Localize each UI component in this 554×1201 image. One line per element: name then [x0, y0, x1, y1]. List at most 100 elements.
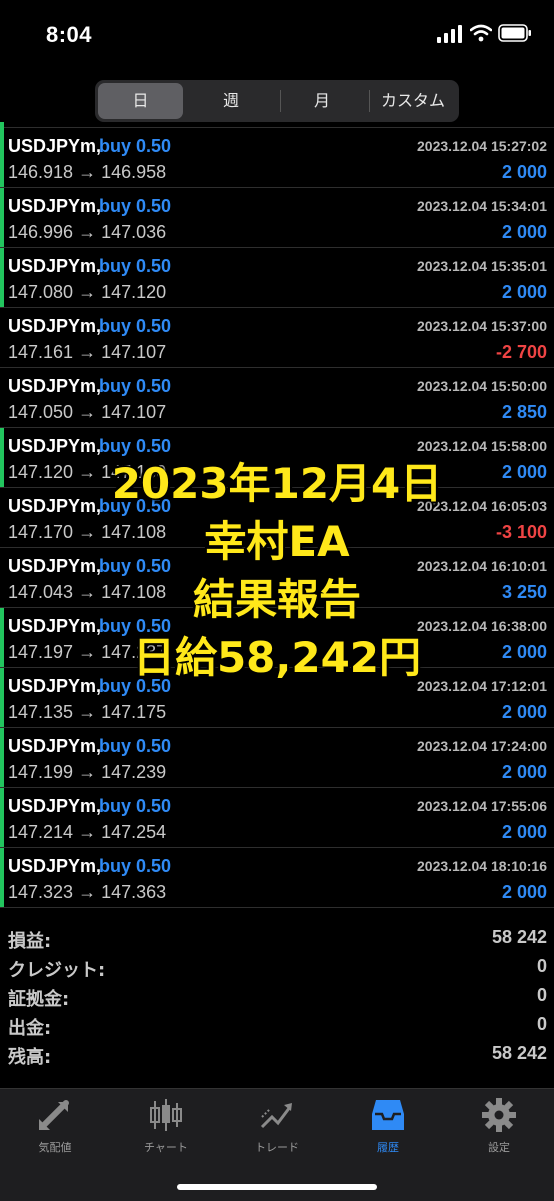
win-indicator-bar: [0, 248, 4, 307]
deal-datetime: 2023.12.04 15:58:00: [417, 438, 547, 454]
chart-icon: [150, 1099, 182, 1131]
tab-history[interactable]: 履歴: [343, 1097, 433, 1155]
deal-symbol: USDJPYm,: [8, 556, 102, 576]
segment-month[interactable]: 月: [277, 83, 367, 119]
segment-week[interactable]: 週: [187, 83, 275, 119]
total-deposit-row: 証拠金: 0: [0, 983, 554, 1012]
deal-row[interactable]: USDJPYm, buy 0.50 2023.12.04 18:10:16 147.3…: [0, 848, 554, 908]
win-indicator-bar: [0, 308, 4, 367]
history-icon: [372, 1100, 404, 1130]
segment-custom[interactable]: カスタム: [367, 83, 459, 119]
deal-symbol: USDJPYm,: [8, 796, 102, 816]
total-label: 損益:: [8, 931, 52, 952]
deal-prices: 147.197 → 147.237: [8, 642, 167, 662]
deal-side: buy 0.50: [99, 856, 172, 876]
tab-chart[interactable]: チャート: [121, 1097, 211, 1155]
cellular-signal-icon: [437, 25, 462, 43]
deal-profit: 2 000: [501, 822, 547, 842]
win-indicator-bar: [0, 488, 4, 547]
tab-label: トレード: [255, 1141, 299, 1154]
deal-row[interactable]: USDJPYm, buy 0.50 2023.12.04 15:37:00 147.1…: [0, 308, 554, 368]
deal-prices: 147.199 → 147.239: [8, 762, 167, 782]
win-indicator-bar: [0, 128, 4, 187]
deal-profit: 2 000: [501, 222, 547, 242]
deal-symbol: USDJPYm,: [8, 316, 102, 336]
deal-profit: 2 850: [501, 402, 547, 422]
tab-settings[interactable]: 設定: [454, 1097, 544, 1155]
deal-side: buy 0.50: [99, 316, 172, 336]
win-indicator-bar: [0, 548, 4, 607]
deal-row[interactable]: USDJPYm, buy 0.50 2023.12.04 15:50:00 147.0…: [0, 368, 554, 428]
win-indicator-bar: [0, 788, 4, 847]
deal-profit: 2 000: [501, 882, 547, 902]
deal-symbol: USDJPYm,: [8, 736, 102, 756]
deal-prices: 147.323 → 147.363: [8, 882, 167, 902]
tab-label: 設定: [488, 1141, 510, 1154]
deal-row[interactable]: USDJPYm, buy 0.50 2023.12.04 15:27:02 146.9…: [0, 128, 554, 188]
status-bar: 8:04: [0, 0, 554, 70]
total-label: 残高:: [8, 1047, 52, 1068]
tab-label: 履歴: [377, 1141, 399, 1154]
deal-symbol: USDJPYm,: [8, 496, 102, 516]
win-indicator-bar: [0, 428, 4, 487]
total-label: クレジット:: [8, 960, 106, 981]
deal-row[interactable]: USDJPYm, buy 0.50 2023.12.04 17:55:06 147.2…: [0, 788, 554, 848]
period-segmented-control: 日 週 月 カスタム: [95, 80, 459, 122]
deal-datetime: 2023.12.04 17:24:00: [417, 738, 547, 754]
deal-prices: 147.043 → 147.108: [8, 582, 167, 602]
deal-side: buy 0.50: [99, 496, 172, 516]
deal-profit: -3 100: [495, 522, 547, 542]
deal-side: buy 0.50: [99, 436, 172, 456]
battery-icon: [498, 24, 531, 42]
deal-datetime: 2023.12.04 16:05:03: [417, 498, 547, 514]
win-indicator-bar: [0, 668, 4, 727]
win-indicator-bar: [0, 188, 4, 247]
deal-prices: 147.170 → 147.108: [8, 522, 167, 542]
deal-prices: 146.996 → 147.036: [8, 222, 167, 242]
deal-side: buy 0.50: [99, 196, 172, 216]
deal-prices: 147.120 → 147.160: [8, 462, 167, 482]
total-value: 0: [536, 956, 547, 976]
deals-list[interactable]: USDJPYm, buy 0.50 2023.12.04 15:27:02 146.9…: [0, 122, 554, 918]
deal-profit: 2 000: [501, 702, 547, 722]
deal-row[interactable]: USDJPYm, buy 0.50 2023.12.04 17:12:01 147.1…: [0, 668, 554, 728]
deal-prices: 147.050 → 147.107: [8, 402, 167, 422]
totals-summary: 損益: 58 242 クレジット: 0 証拠金: 0 出金: 0 残高: 58 …: [0, 925, 554, 1070]
tab-trade[interactable]: トレード: [232, 1097, 322, 1155]
deal-symbol: USDJPYm,: [8, 376, 102, 396]
total-label: 証拠金:: [8, 989, 70, 1010]
deal-profit: 2 000: [501, 162, 547, 182]
status-time: 8:04: [46, 22, 93, 47]
deal-prices: 147.214 → 147.254: [8, 822, 167, 842]
deal-datetime: 2023.12.04 16:10:01: [417, 558, 547, 574]
deal-datetime: 2023.12.04 15:27:02: [417, 138, 547, 154]
tab-quotes[interactable]: 気配値: [10, 1097, 100, 1155]
trade-icon: [260, 1103, 292, 1129]
deal-row[interactable]: USDJPYm, buy 0.50 2023.12.04 15:34:01 146.9…: [0, 188, 554, 248]
deal-row[interactable]: USDJPYm, buy 0.50 2023.12.04 17:24:00 147.1…: [0, 728, 554, 788]
deal-profit: 2 000: [501, 762, 547, 782]
total-value: 58 242: [491, 1043, 547, 1063]
deal-row[interactable]: USDJPYm, buy 0.50 2023.12.04 16:10:01 147.0…: [0, 548, 554, 608]
deal-row[interactable]: USDJPYm, buy 0.50 2023.12.04 15:35:01 147.0…: [0, 248, 554, 308]
segment-day[interactable]: 日: [98, 83, 183, 119]
deal-datetime: 2023.12.04 17:12:01: [417, 678, 547, 694]
deal-symbol: USDJPYm,: [8, 616, 102, 636]
tab-label: チャート: [144, 1141, 188, 1154]
win-indicator-bar: [0, 368, 4, 427]
deal-row[interactable]: USDJPYm, buy 0.50 2023.12.04 16:38:00 147.1…: [0, 608, 554, 668]
total-withdrawal-row: 出金: 0: [0, 1012, 554, 1041]
deal-datetime: 2023.12.04 15:34:01: [417, 198, 547, 214]
deal-symbol: USDJPYm,: [8, 256, 102, 276]
deal-row[interactable]: USDJPYm, buy 0.50 2023.12.04 16:05:03 147.1…: [0, 488, 554, 548]
deal-datetime: 2023.12.04 15:35:01: [417, 258, 547, 274]
total-balance-row: 残高: 58 242: [0, 1041, 554, 1070]
deal-prices: 147.161 → 147.107: [8, 342, 167, 362]
deal-profit: 2 000: [501, 462, 547, 482]
deal-datetime: 2023.12.04 17:55:06: [417, 798, 547, 814]
home-indicator: [177, 1184, 377, 1190]
total-value: 0: [536, 985, 547, 1005]
total-value: 0: [536, 1014, 547, 1034]
deal-prices: 147.135 → 147.175: [8, 702, 167, 722]
deal-row[interactable]: USDJPYm, buy 0.50 2023.12.04 15:58:00 147.1…: [0, 428, 554, 488]
